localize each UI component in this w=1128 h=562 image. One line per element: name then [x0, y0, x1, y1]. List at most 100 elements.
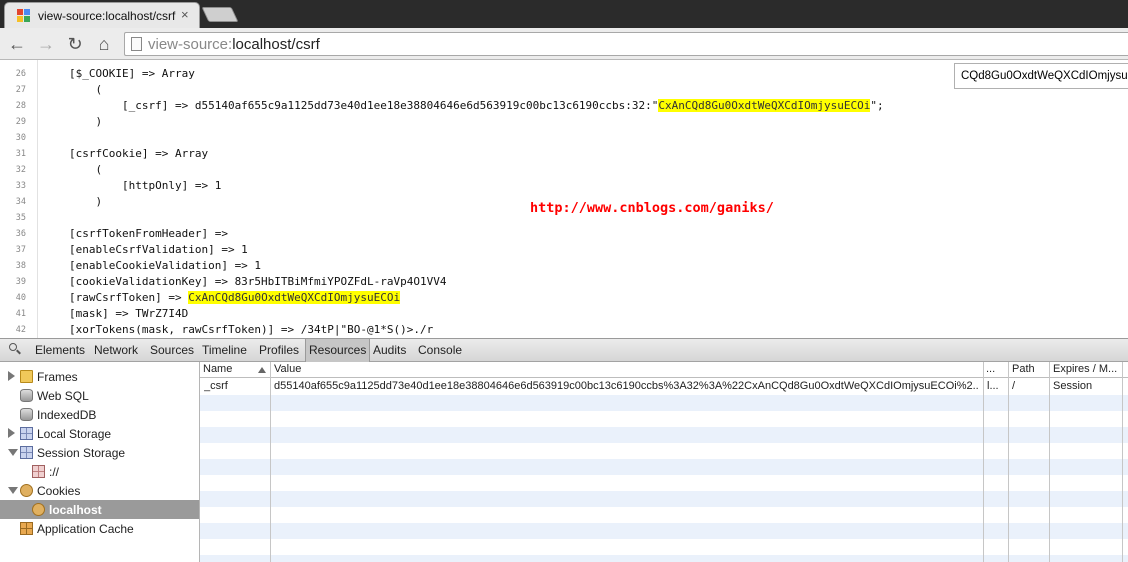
source-line: 42 [xorTokens(mask, rawCsrfToken)] => /34…: [0, 322, 1128, 338]
tab-sources[interactable]: Sources: [147, 339, 197, 362]
source-code: ): [69, 195, 102, 208]
column-header-value[interactable]: Value: [274, 363, 979, 375]
line-number: 28: [15, 101, 26, 111]
source-code: [csrfCookie] => Array: [69, 147, 208, 160]
source-code: [httpOnly] => 1: [69, 179, 221, 192]
line-number: 31: [15, 149, 26, 159]
resources-sidebar: Frames Web SQL IndexedDB Local Storage Sessi…: [0, 362, 200, 562]
page-icon: [131, 37, 142, 51]
sidebar-item-indexeddb[interactable]: IndexedDB: [0, 405, 199, 424]
source-line: 40 [rawCsrfToken] => CxAnCQd8Gu0OxdtWeQXC…: [0, 290, 1128, 306]
table-cell: l...: [987, 380, 999, 392]
table-cell: d55140af655c9a1125dd73e40d1ee18e38804646…: [274, 380, 979, 392]
column-header-domain[interactable]: ...: [986, 363, 1006, 375]
sidebar-item-application-cache[interactable]: Application Cache: [0, 519, 199, 538]
source-line: 41 [mask] => TWrZ7I4D: [0, 306, 1128, 322]
home-icon[interactable]: ⌂: [93, 33, 115, 55]
sidebar-item-label: Cookies: [37, 484, 81, 498]
address-bar[interactable]: view-source:localhost/csrf: [124, 32, 1128, 56]
source-line: 36 [csrfTokenFromHeader] =>: [0, 226, 1128, 242]
grid-icon: [20, 446, 33, 459]
find-highlight: CxAnCQd8Gu0OxdtWeQXCdIOmjysuECOi: [188, 291, 401, 304]
code-text: [mask] => TWrZ7I4D: [69, 307, 189, 320]
forward-arrow-icon[interactable]: →: [35, 33, 57, 55]
tab-profiles[interactable]: Profiles: [256, 339, 302, 362]
line-number: 40: [15, 293, 26, 303]
code-text: (: [69, 83, 103, 96]
table-row-background: [200, 427, 1128, 443]
line-number: 42: [15, 325, 26, 335]
column-header-path[interactable]: Path: [1012, 363, 1048, 375]
back-arrow-icon[interactable]: ←: [6, 33, 28, 55]
code-text: [enableCsrfValidation] => 1: [69, 243, 248, 256]
table-header: Name Value ... Path Expires / M...: [200, 362, 1128, 378]
column-header-name[interactable]: Name: [203, 363, 258, 375]
table-row-background: [200, 555, 1128, 562]
line-number: 30: [15, 133, 26, 143]
table-row[interactable]: _csrf d55140af655c9a1125dd73e40d1ee18e388…: [200, 379, 1128, 395]
find-input[interactable]: [961, 69, 1128, 83]
disclosure-open-icon[interactable]: [8, 449, 18, 456]
address-url: view-source:localhost/csrf: [148, 36, 320, 53]
sort-ascending-icon: [258, 367, 266, 373]
source-code: [$_COOKIE] => Array: [69, 67, 195, 80]
cookie-icon: [32, 503, 45, 516]
sidebar-item-label: ://: [49, 465, 60, 479]
tab-elements[interactable]: Elements: [32, 339, 88, 362]
source-code: (: [69, 83, 102, 96]
line-number: 32: [15, 165, 26, 175]
table-row-background: [200, 459, 1128, 475]
code-text: [_csrf] => d55140af655c9a1125dd73e40d1ee…: [69, 99, 659, 112]
tab-timeline[interactable]: Timeline: [199, 339, 250, 362]
sidebar-item-session-storage[interactable]: Session Storage: [0, 443, 199, 462]
sidebar-item-web-sql[interactable]: Web SQL: [0, 386, 199, 405]
devtools-panel: Elements Network Sources Timeline Profiles Re…: [0, 338, 1128, 562]
table-row-background: [200, 539, 1128, 555]
disclosure-closed-icon[interactable]: [8, 371, 15, 381]
source-line: 32 (: [0, 162, 1128, 178]
new-tab-button[interactable]: [201, 7, 239, 22]
find-bar[interactable]: [954, 63, 1128, 89]
code-text: [cookieValidationKey] => 83r5HbITBiMfmiY…: [69, 275, 447, 288]
source-code: [_csrf] => d55140af655c9a1125dd73e40d1ee…: [69, 99, 884, 112]
sidebar-item-[interactable]: ://: [0, 462, 199, 481]
table-row-background: [200, 395, 1128, 411]
table-row-background: [200, 491, 1128, 507]
disclosure-open-icon[interactable]: [8, 487, 18, 494]
sidebar-item-local-storage[interactable]: Local Storage: [0, 424, 199, 443]
cookie-icon: [20, 484, 33, 497]
line-number: 33: [15, 181, 26, 191]
tab-resources[interactable]: Resources: [305, 339, 371, 362]
tab-audits[interactable]: Audits: [370, 339, 409, 362]
table-row-background: [200, 475, 1128, 491]
sidebar-item-label: Local Storage: [37, 427, 112, 441]
search-icon[interactable]: [9, 343, 21, 355]
source-code: (: [69, 163, 102, 176]
sidebar-item-localhost[interactable]: localhost: [0, 500, 199, 519]
sidebar-item-cookies[interactable]: Cookies: [0, 481, 199, 500]
table-cell: /: [1012, 380, 1016, 392]
tab-close-icon[interactable]: ×: [181, 7, 189, 22]
line-number: 39: [15, 277, 26, 287]
tab-console[interactable]: Console: [415, 339, 465, 362]
devtools-tab-bar: Elements Network Sources Timeline Profiles Re…: [0, 339, 1128, 362]
cookies-table: Name Value ... Path Expires / M... _csrf…: [200, 362, 1128, 562]
line-number: 27: [15, 85, 26, 95]
code-text: ): [69, 195, 103, 208]
database-icon: [20, 408, 33, 421]
browser-tab-strip: view-source:localhost/csrf ×: [0, 0, 1128, 28]
disclosure-closed-icon[interactable]: [8, 428, 15, 438]
browser-tab[interactable]: view-source:localhost/csrf ×: [4, 2, 200, 28]
source-code: [mask] => TWrZ7I4D: [69, 307, 188, 320]
code-text: [xorTokens(mask, rawCsrfToken)] => /34tP…: [69, 323, 434, 336]
sidebar-item-frames[interactable]: Frames: [0, 367, 199, 386]
code-text: ): [69, 115, 103, 128]
line-number: 37: [15, 245, 26, 255]
reload-icon[interactable]: ↻: [64, 33, 86, 55]
source-line: 38 [enableCookieValidation] => 1: [0, 258, 1128, 274]
sidebar-item-label: Application Cache: [37, 522, 134, 536]
tab-network[interactable]: Network: [91, 339, 141, 362]
tab-title: view-source:localhost/csrf: [38, 9, 176, 23]
table-row-background: [200, 523, 1128, 539]
column-header-expires[interactable]: Expires / M...: [1053, 363, 1123, 375]
